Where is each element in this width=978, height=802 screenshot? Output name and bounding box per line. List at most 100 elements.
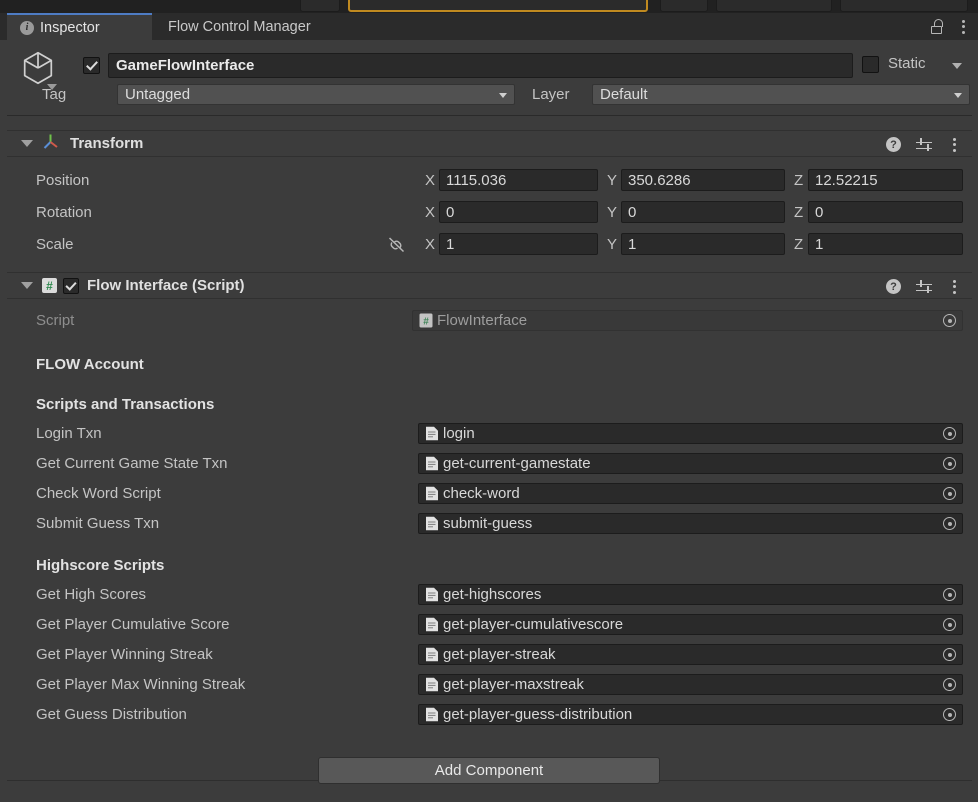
text-asset-icon [425,456,439,471]
static-checkbox[interactable] [862,56,879,73]
submit-guess-txn-value: submit-guess [443,515,532,532]
tag-dropdown[interactable]: Untagged [117,84,515,105]
get-player-cumulative-score-label: Get Player Cumulative Score [36,616,229,633]
tag-layer-row: Tag Untagged Layer Default [14,82,978,108]
csharp-script-icon: # [42,278,57,293]
get-high-scores-label: Get High Scores [36,586,146,603]
tab-flow-control-manager[interactable]: Flow Control Manager [155,13,324,40]
transform-component-header[interactable]: Transform ? [7,130,972,157]
static-dropdown-caret[interactable] [952,63,962,69]
preset-icon[interactable] [916,138,932,152]
flow-interface-enabled-checkbox[interactable] [63,278,79,294]
text-asset-icon [425,707,439,722]
tab-inspector-label: Inspector [40,20,100,36]
tab-flow-control-manager-label: Flow Control Manager [168,19,311,35]
script-object-field[interactable]: # FlowInterface [412,310,963,331]
text-asset-icon [425,516,439,531]
help-icon[interactable]: ? [886,279,901,294]
help-icon[interactable]: ? [886,137,901,152]
kebab-menu-icon[interactable] [956,19,970,35]
text-asset-icon [425,486,439,501]
get-player-cumulative-score-object-field[interactable]: get-player-cumulativescore [418,614,963,635]
get-player-max-winning-streak-object-field[interactable]: get-player-maxstreak [418,674,963,695]
gameobject-name-field[interactable]: GameFlowInterface [108,53,853,78]
property-row-get-high-scores: Get High Scores get-highscores [7,582,971,609]
object-picker-icon[interactable] [937,311,962,330]
get-guess-distribution-label: Get Guess Distribution [36,706,187,723]
property-row-get-player-cumulative-score: Get Player Cumulative Score get-player-c… [7,612,971,639]
rotation-y-axis-label: Y [607,204,617,221]
lock-icon[interactable] [930,19,943,34]
get-current-game-state-txn-object-field[interactable]: get-current-gamestate [418,453,963,474]
login-txn-object-field[interactable]: login [418,423,963,444]
chevron-down-icon [499,93,507,98]
object-picker-icon[interactable] [937,615,962,634]
rotation-x-field[interactable]: 0 [439,201,598,223]
flow-interface-component-header[interactable]: # Flow Interface (Script) ? [7,272,972,299]
tabbar-actions [930,13,970,40]
flow-interface-header-actions: ? [886,273,961,300]
submit-guess-txn-label: Submit Guess Txn [36,515,159,532]
object-picker-icon[interactable] [937,424,962,443]
scale-label: Scale [36,236,74,253]
scale-y-axis-label: Y [607,236,617,253]
property-row-check-word-script: Check Word Script check-word [7,481,971,508]
position-x-field[interactable]: 1115.036 [439,169,598,191]
toolbar-button-1[interactable] [300,0,340,12]
text-asset-icon [425,617,439,632]
object-picker-icon[interactable] [937,585,962,604]
tab-inspector[interactable]: i Inspector [7,13,152,40]
transform-foldout-icon[interactable] [21,140,33,147]
position-x-axis-label: X [425,172,435,189]
text-asset-icon [425,647,439,662]
property-row-get-player-max-winning-streak: Get Player Max Winning Streak get-player… [7,672,971,699]
inspector-panel: GameFlowInterface Static Tag Untagged La… [0,40,978,802]
object-picker-icon[interactable] [937,514,962,533]
gameobject-enabled-checkbox[interactable] [83,57,100,74]
unlinked-icon[interactable] [387,236,406,253]
object-picker-icon[interactable] [937,484,962,503]
position-label: Position [36,172,89,189]
kebab-menu-icon[interactable] [947,279,961,295]
static-label: Static [888,55,926,72]
position-z-field[interactable]: 12.52215 [808,169,963,191]
property-row-get-guess-distribution: Get Guess Distribution get-player-guess-… [7,702,971,729]
highscore-scripts-heading: Highscore Scripts [36,557,164,574]
object-picker-icon[interactable] [937,454,962,473]
object-picker-icon[interactable] [937,645,962,664]
scale-x-axis-label: X [425,236,435,253]
submit-guess-txn-object-field[interactable]: submit-guess [418,513,963,534]
rotation-y-field[interactable]: 0 [621,201,785,223]
get-guess-distribution-object-field[interactable]: get-player-guess-distribution [418,704,963,725]
kebab-menu-icon[interactable] [947,137,961,153]
scale-y-field[interactable]: 1 [621,233,785,255]
flow-interface-foldout-icon[interactable] [21,282,33,289]
info-icon: i [20,21,34,35]
get-player-winning-streak-object-field[interactable]: get-player-streak [418,644,963,665]
add-component-button[interactable]: Add Component [318,757,660,784]
transform-axes-icon [42,133,59,155]
toolbar-button-3[interactable] [716,0,832,12]
layer-dropdown[interactable]: Default [592,84,970,105]
position-z-axis-label: Z [794,172,803,189]
login-txn-label: Login Txn [36,425,102,442]
scale-x-field[interactable]: 1 [439,233,598,255]
object-picker-icon[interactable] [937,705,962,724]
rotation-z-axis-label: Z [794,204,803,221]
toolbar-button-4[interactable] [840,0,968,12]
flow-account-heading: FLOW Account [36,356,144,373]
check-word-script-value: check-word [443,485,520,502]
layer-value: Default [600,86,648,103]
property-row-login-txn: Login Txn login [7,421,971,448]
position-y-field[interactable]: 350.6286 [621,169,785,191]
preset-icon[interactable] [916,280,932,294]
svg-text:#: # [423,316,429,327]
toolbar-button-active[interactable] [348,0,648,12]
rotation-label: Rotation [36,204,92,221]
object-picker-icon[interactable] [937,675,962,694]
get-high-scores-object-field[interactable]: get-highscores [418,584,963,605]
toolbar-button-2[interactable] [660,0,708,12]
scale-z-field[interactable]: 1 [808,233,963,255]
rotation-z-field[interactable]: 0 [808,201,963,223]
check-word-script-object-field[interactable]: check-word [418,483,963,504]
